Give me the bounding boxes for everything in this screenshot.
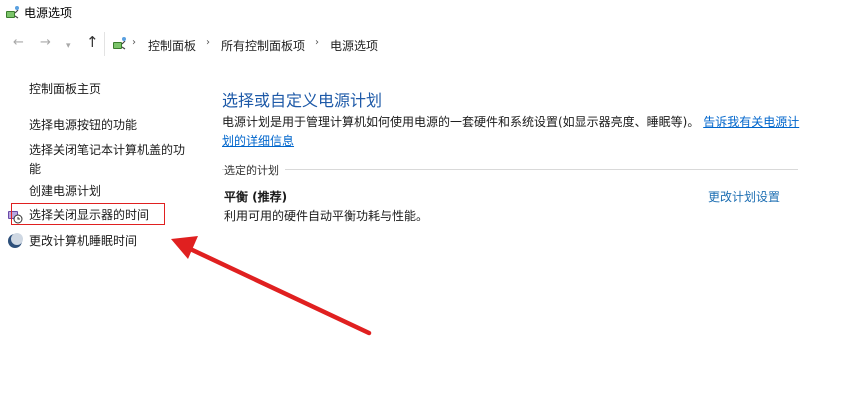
title-bar: 电源选项 — [0, 0, 842, 28]
plan-description: 利用可用的硬件自动平衡功耗与性能。 — [224, 209, 429, 223]
sidebar-link-lid-close[interactable]: 选择关闭笔记本计算机盖的功能 — [29, 141, 191, 179]
annotation-highlight-box — [11, 203, 165, 225]
window-title: 电源选项 — [24, 6, 73, 20]
sidebar-link-power-button[interactable]: 选择电源按钮的功能 — [29, 116, 137, 135]
breadcrumb-control-panel[interactable]: 控制面板 — [148, 37, 196, 54]
sidebar-link-control-panel-home[interactable]: 控制面板主页 — [29, 80, 101, 99]
main-content: 选择或自定义电源计划 电源计划是用于管理计算机如何使用电源的一套硬件和系统设置(… — [222, 60, 822, 400]
breadcrumb-separator: › — [132, 37, 136, 48]
sidebar: 控制面板主页 选择电源按钮的功能 选择关闭笔记本计算机盖的功能 创建电源计划 选… — [0, 60, 200, 400]
breadcrumb-power-options[interactable]: 电源选项 — [330, 37, 378, 54]
breadcrumb-separator[interactable]: › — [315, 37, 319, 48]
sidebar-link-sleep-time[interactable]: 更改计算机睡眠时间 — [29, 232, 137, 251]
recent-locations-button[interactable]: ▾ — [66, 39, 71, 53]
description-text: 电源计划是用于管理计算机如何使用电源的一套硬件和系统设置(如显示器亮度、睡眠等)… — [222, 115, 700, 129]
up-button[interactable]: ↑ — [86, 35, 99, 50]
sidebar-link-create-plan[interactable]: 创建电源计划 — [29, 182, 101, 201]
address-bar[interactable]: › 控制面板 › 所有控制面板项 › 电源选项 — [104, 32, 842, 56]
back-button[interactable]: ← — [13, 36, 24, 50]
group-divider — [222, 169, 798, 170]
breadcrumb-all-items[interactable]: 所有控制面板项 — [221, 37, 305, 54]
plan-name[interactable]: 平衡 (推荐) — [224, 188, 287, 205]
breadcrumb-separator[interactable]: › — [206, 37, 210, 48]
power-options-icon — [113, 37, 126, 50]
forward-button[interactable]: → — [40, 36, 51, 50]
power-options-icon — [6, 6, 19, 19]
moon-sleep-icon — [8, 233, 23, 248]
page-description: 电源计划是用于管理计算机如何使用电源的一套硬件和系统设置(如显示器亮度、睡眠等)… — [222, 113, 802, 151]
navigation-bar: ← → ▾ ↑ › 控制面板 › 所有控制面板项 › 电源选项 — [0, 30, 842, 58]
change-plan-settings-link[interactable]: 更改计划设置 — [708, 188, 780, 205]
page-title: 选择或自定义电源计划 — [222, 91, 383, 110]
selected-plan-group-label: 选定的计划 — [224, 162, 285, 178]
